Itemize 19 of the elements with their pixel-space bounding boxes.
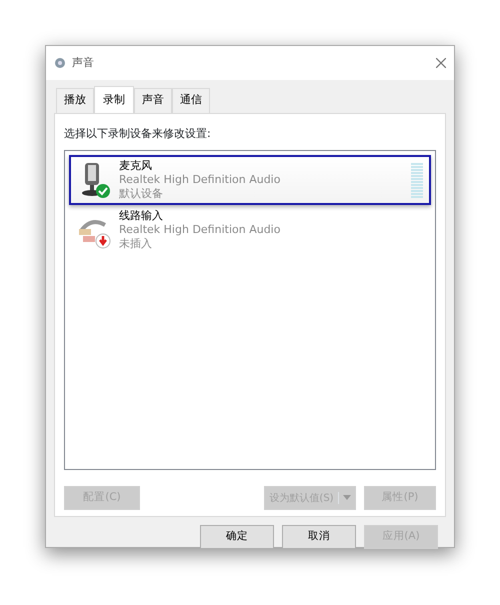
device-status: 默认设备 [119,187,164,201]
device-name: 线路输入 [119,209,164,223]
speaker-icon [54,57,66,69]
device-row[interactable]: 线路输入 Realtek High Definition Audio 未插入 [69,205,431,255]
device-status: 未插入 [119,237,153,251]
window-title: 声音 [72,54,94,71]
button[interactable]: 取消 [282,524,356,548]
device-name: 麦克风 [119,159,153,173]
button[interactable]: 确定 [200,524,274,548]
device-row[interactable]: 麦克风 Realtek High Definition Audio 默认设备 [69,155,431,205]
tab[interactable]: 播放 [56,88,94,112]
tab[interactable]: 录制 [94,86,134,112]
device-driver: Realtek High Definition Audio [119,173,282,187]
tab[interactable]: 声音 [134,88,172,112]
instruction-text: 选择以下录制设备来修改设置: [64,126,212,142]
device-driver: Realtek High Definition Audio [119,223,282,237]
level-meter [411,162,423,198]
tab[interactable]: 通信 [172,88,210,112]
close-button[interactable] [436,58,446,68]
